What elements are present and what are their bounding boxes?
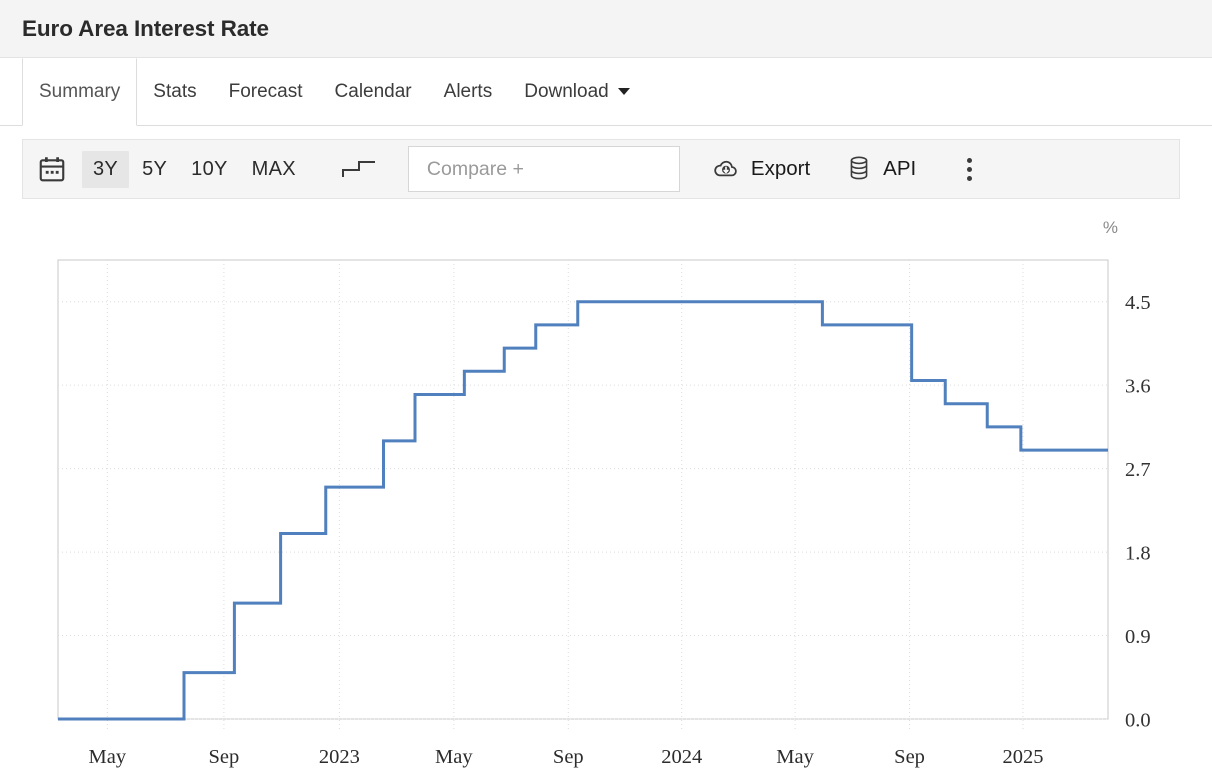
chevron-down-icon [618,88,630,95]
x-axis-tick-label: May [89,746,127,768]
page-title: Euro Area Interest Rate [22,16,269,42]
tab-forecast[interactable]: Forecast [213,58,319,125]
y-axis-tick-label: 4.5 [1125,292,1151,314]
tab-alerts[interactable]: Alerts [428,58,509,125]
cloud-download-icon [712,155,740,183]
chart-container: % 0.0 0.9 1.8 2.7 3.6 4.5 May Sep 2023 May Sep 2024… [22,205,1180,771]
y-axis-unit: % [1103,218,1118,238]
api-button[interactable]: API [846,155,916,183]
x-axis-tick-label: 2023 [319,746,360,768]
tab-summary[interactable]: Summary [22,58,137,126]
y-axis-tick-label: 0.9 [1125,626,1151,648]
tab-download[interactable]: Download [508,58,646,125]
kebab-dot [967,158,972,163]
export-button[interactable]: Export [712,155,810,183]
calendar-icon[interactable] [23,140,81,198]
y-axis-tick-label: 1.8 [1125,543,1151,565]
y-axis-tick-label: 2.7 [1125,459,1151,481]
tab-stats[interactable]: Stats [137,58,212,125]
more-options-button[interactable] [954,158,984,181]
tab-bar: Summary Stats Forecast Calendar Alerts Downlo… [0,58,1212,126]
range-button-max[interactable]: MAX [241,151,307,188]
y-axis-tick-label: 0.0 [1125,710,1151,732]
tab-label: Summary [39,81,120,103]
tab-label: Alerts [444,81,493,103]
x-axis-tick-label: Sep [553,746,584,768]
compare-placeholder: Compare + [427,158,524,181]
x-axis-tick-label: 2024 [661,746,702,768]
tab-label: Download [524,81,609,103]
y-axis-tick-label: 3.6 [1125,376,1151,398]
x-axis-tick-label: Sep [209,746,240,768]
range-button-3y[interactable]: 3Y [82,151,129,188]
tab-label: Calendar [335,81,412,103]
x-axis-tick-label: 2025 [1002,746,1043,768]
x-axis-tick-label: May [435,746,473,768]
x-axis-tick-label: Sep [894,746,925,768]
compare-input[interactable]: Compare + [408,146,680,192]
database-icon [846,155,872,183]
range-button-10y[interactable]: 10Y [180,151,239,188]
tab-label: Forecast [229,81,303,103]
kebab-dot [967,176,972,181]
api-label: API [883,157,916,181]
export-label: Export [751,157,810,181]
kebab-dot [967,167,972,172]
interest-rate-chart[interactable]: 0.0 0.9 1.8 2.7 3.6 4.5 May Sep 2023 May Sep 2024 Ma… [22,205,1180,771]
range-buttons: 3Y5Y10YMAX [81,140,308,198]
step-chart-icon[interactable] [328,140,390,198]
series-line [58,302,1108,719]
range-button-5y[interactable]: 5Y [131,151,178,188]
tab-label: Stats [153,81,196,103]
page-header: Euro Area Interest Rate [0,0,1212,58]
plot-frame [58,260,1108,719]
x-axis-tick-label: May [776,746,814,768]
chart-toolbar: 3Y5Y10YMAX Compare + Export [22,139,1180,199]
chart-page: Euro Area Interest Rate Summary Stats Fore… [0,0,1212,771]
tab-calendar[interactable]: Calendar [319,58,428,125]
